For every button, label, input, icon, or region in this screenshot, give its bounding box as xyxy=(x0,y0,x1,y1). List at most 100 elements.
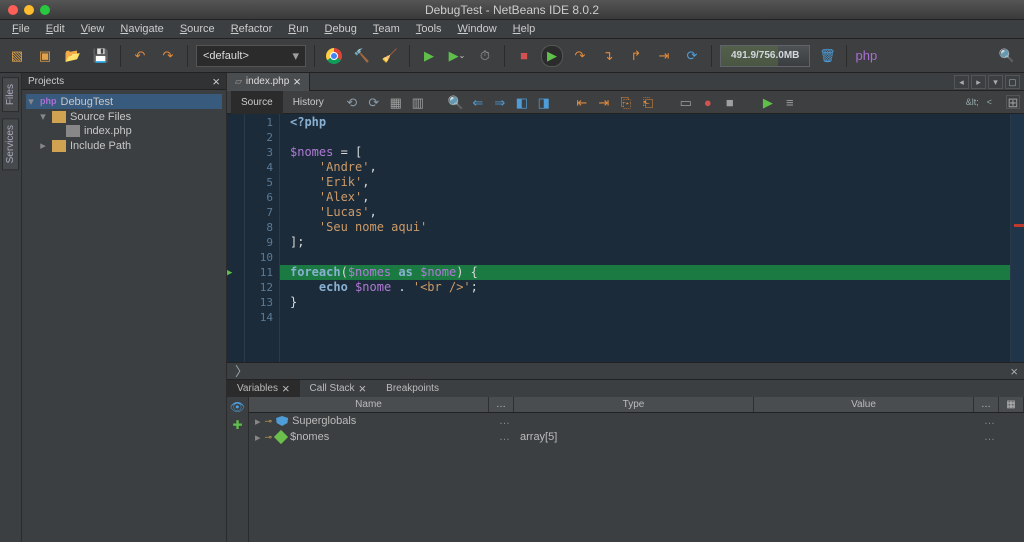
continue-icon[interactable]: ▶ xyxy=(541,45,563,67)
find-next-icon[interactable]: ⇒ xyxy=(492,94,508,110)
menu-file[interactable]: File xyxy=(4,23,38,35)
step-over-icon[interactable]: ↷ xyxy=(569,45,591,67)
build-icon[interactable]: 🔨 xyxy=(351,45,373,67)
config-combo[interactable]: <default> ▾ xyxy=(196,45,306,67)
clean-build-icon[interactable]: 🧹 xyxy=(379,45,401,67)
tree-folder[interactable]: ▾ Source Files xyxy=(26,109,222,124)
nav-fwd-icon[interactable]: ⟳ xyxy=(366,94,382,110)
undo-icon[interactable]: ↶ xyxy=(129,45,151,67)
error-marker[interactable] xyxy=(1014,224,1024,227)
finish-debug-icon[interactable]: ■ xyxy=(513,45,535,67)
tree-folder[interactable]: ▸ Include Path xyxy=(26,138,222,153)
comment-icon[interactable]: ⎘ xyxy=(618,94,634,110)
col-name[interactable]: Name xyxy=(249,397,489,412)
step-into-icon[interactable]: ↴ xyxy=(597,45,619,67)
step-out-icon[interactable]: ↱ xyxy=(625,45,647,67)
menu-team[interactable]: Team xyxy=(365,23,408,35)
debug-icon[interactable]: ▶⌄ xyxy=(446,45,468,67)
variable-icon xyxy=(274,430,288,444)
menu-navigate[interactable]: Navigate xyxy=(112,23,171,35)
shift-left-icon[interactable]: ⇤ xyxy=(574,94,590,110)
projects-tree[interactable]: ▾ php DebugTest ▾ Source Files index.php… xyxy=(22,90,226,157)
apply-changes-icon[interactable]: ⟳ xyxy=(681,45,703,67)
uncomment-icon[interactable]: ⎗ xyxy=(640,94,656,110)
php-icon[interactable]: php xyxy=(855,45,877,67)
macro-stop-icon[interactable]: ■ xyxy=(722,94,738,110)
variable-row[interactable]: ▸⊸ $nomes…array[5]… xyxy=(249,429,1024,445)
save-all-icon[interactable]: 💾 xyxy=(90,45,112,67)
col-settings-icon[interactable]: ▦ xyxy=(999,397,1024,412)
block-icon[interactable]: ▦ xyxy=(388,94,404,110)
find-sel-icon[interactable]: 🔍 xyxy=(448,94,464,110)
col-value[interactable]: Value xyxy=(754,397,974,412)
prev-tab-icon[interactable]: ◂ xyxy=(954,75,969,89)
menu-run[interactable]: Run xyxy=(280,23,316,35)
tab-list-icon[interactable]: ▾ xyxy=(988,75,1003,89)
new-project-icon[interactable]: ▣ xyxy=(34,45,56,67)
redo-icon[interactable]: ↷ xyxy=(157,45,179,67)
macro-rec-icon[interactable]: ● xyxy=(700,94,716,110)
window-close-icon[interactable] xyxy=(8,5,18,15)
grid-icon[interactable]: ⊞ xyxy=(1006,95,1020,109)
editor-tab[interactable]: ▱ index.php × xyxy=(227,73,310,91)
next-tab-icon[interactable]: ▸ xyxy=(971,75,986,89)
close-icon[interactable]: × xyxy=(282,382,290,395)
new-file-icon[interactable]: ▧ xyxy=(6,45,28,67)
tab-variables[interactable]: Variables × xyxy=(227,380,300,398)
gc-icon[interactable]: 🗑 xyxy=(816,45,838,67)
menu-help[interactable]: Help xyxy=(505,23,544,35)
memory-indicator[interactable]: 491.9/756.0MB xyxy=(720,45,810,67)
new-watch-icon[interactable]: ✚ xyxy=(232,419,242,431)
menu-tools[interactable]: Tools xyxy=(408,23,450,35)
menu-debug[interactable]: Debug xyxy=(316,23,364,35)
watch-icon[interactable]: 👁 xyxy=(230,401,245,413)
breadcrumb-close-icon[interactable]: × xyxy=(1004,365,1024,378)
error-stripe[interactable] xyxy=(1010,114,1024,362)
rail-tab-files[interactable]: Files xyxy=(2,77,19,112)
browser-icon[interactable] xyxy=(323,45,345,67)
tab-breakpoints[interactable]: Breakpoints xyxy=(376,380,449,398)
window-minimize-icon[interactable] xyxy=(24,5,34,15)
rail-tab-services[interactable]: Services xyxy=(2,118,19,170)
menu-edit[interactable]: Edit xyxy=(38,23,73,35)
code-area[interactable]: <?php $nomes = [ 'Andre', 'Erik', 'Alex'… xyxy=(280,114,1010,362)
window-controls xyxy=(0,5,50,15)
profile-icon[interactable]: ⏱ xyxy=(474,45,496,67)
code-editor[interactable]: ▶ 1234567891011121314 <?php $nomes = [ '… xyxy=(227,114,1024,362)
php-project-icon: php xyxy=(40,97,57,106)
tab-close-icon[interactable]: × xyxy=(293,75,301,88)
shift-right-icon[interactable]: ⇥ xyxy=(596,94,612,110)
maximize-editor-icon[interactable]: ▢ xyxy=(1005,75,1020,89)
search-icon[interactable]: 🔍 xyxy=(996,45,1018,67)
window-zoom-icon[interactable] xyxy=(40,5,50,15)
tree-file[interactable]: index.php xyxy=(26,124,222,138)
close-icon[interactable]: × xyxy=(359,382,367,395)
subtab-history[interactable]: History xyxy=(283,91,334,114)
open-project-icon[interactable]: 📂 xyxy=(62,45,84,67)
col-type[interactable]: Type xyxy=(514,397,754,412)
menu-refactor[interactable]: Refactor xyxy=(223,23,281,35)
projects-close-icon[interactable]: × xyxy=(212,75,220,88)
menu-source[interactable]: Source xyxy=(172,23,223,35)
run-icon[interactable]: ▶ xyxy=(418,45,440,67)
col-menu-icon[interactable]: … xyxy=(489,397,514,412)
run-to-cursor-icon[interactable]: ⇥ xyxy=(653,45,675,67)
tree-project-root[interactable]: ▾ php DebugTest xyxy=(26,94,222,109)
line-gutter[interactable]: 1234567891011121314 xyxy=(245,114,280,362)
variables-panel: 👁 ✚ Name … Type Value … ▦ ▸⊸ Superglobal… xyxy=(227,397,1024,542)
find-prev-icon[interactable]: ⇐ xyxy=(470,94,486,110)
tab-callstack[interactable]: Call Stack × xyxy=(300,380,377,398)
macro-start-icon[interactable]: ▭ xyxy=(678,94,694,110)
nav-back-icon[interactable]: ⟲ xyxy=(344,94,360,110)
toggle-bk-icon[interactable]: ◨ xyxy=(536,94,552,110)
menu-view[interactable]: View xyxy=(73,23,113,35)
block2-icon[interactable]: ▥ xyxy=(410,94,426,110)
menu-window[interactable]: Window xyxy=(450,23,505,35)
subtab-source[interactable]: Source xyxy=(231,91,283,114)
run-tool-icon[interactable]: ▶ xyxy=(760,94,776,110)
options-icon[interactable]: ≡ xyxy=(782,94,798,110)
breadcrumb-chevron-icon[interactable]: 〉 xyxy=(227,365,256,378)
toggle-hl-icon[interactable]: ◧ xyxy=(514,94,530,110)
col-menu-icon[interactable]: … xyxy=(974,397,999,412)
variable-row[interactable]: ▸⊸ Superglobals…… xyxy=(249,413,1024,429)
